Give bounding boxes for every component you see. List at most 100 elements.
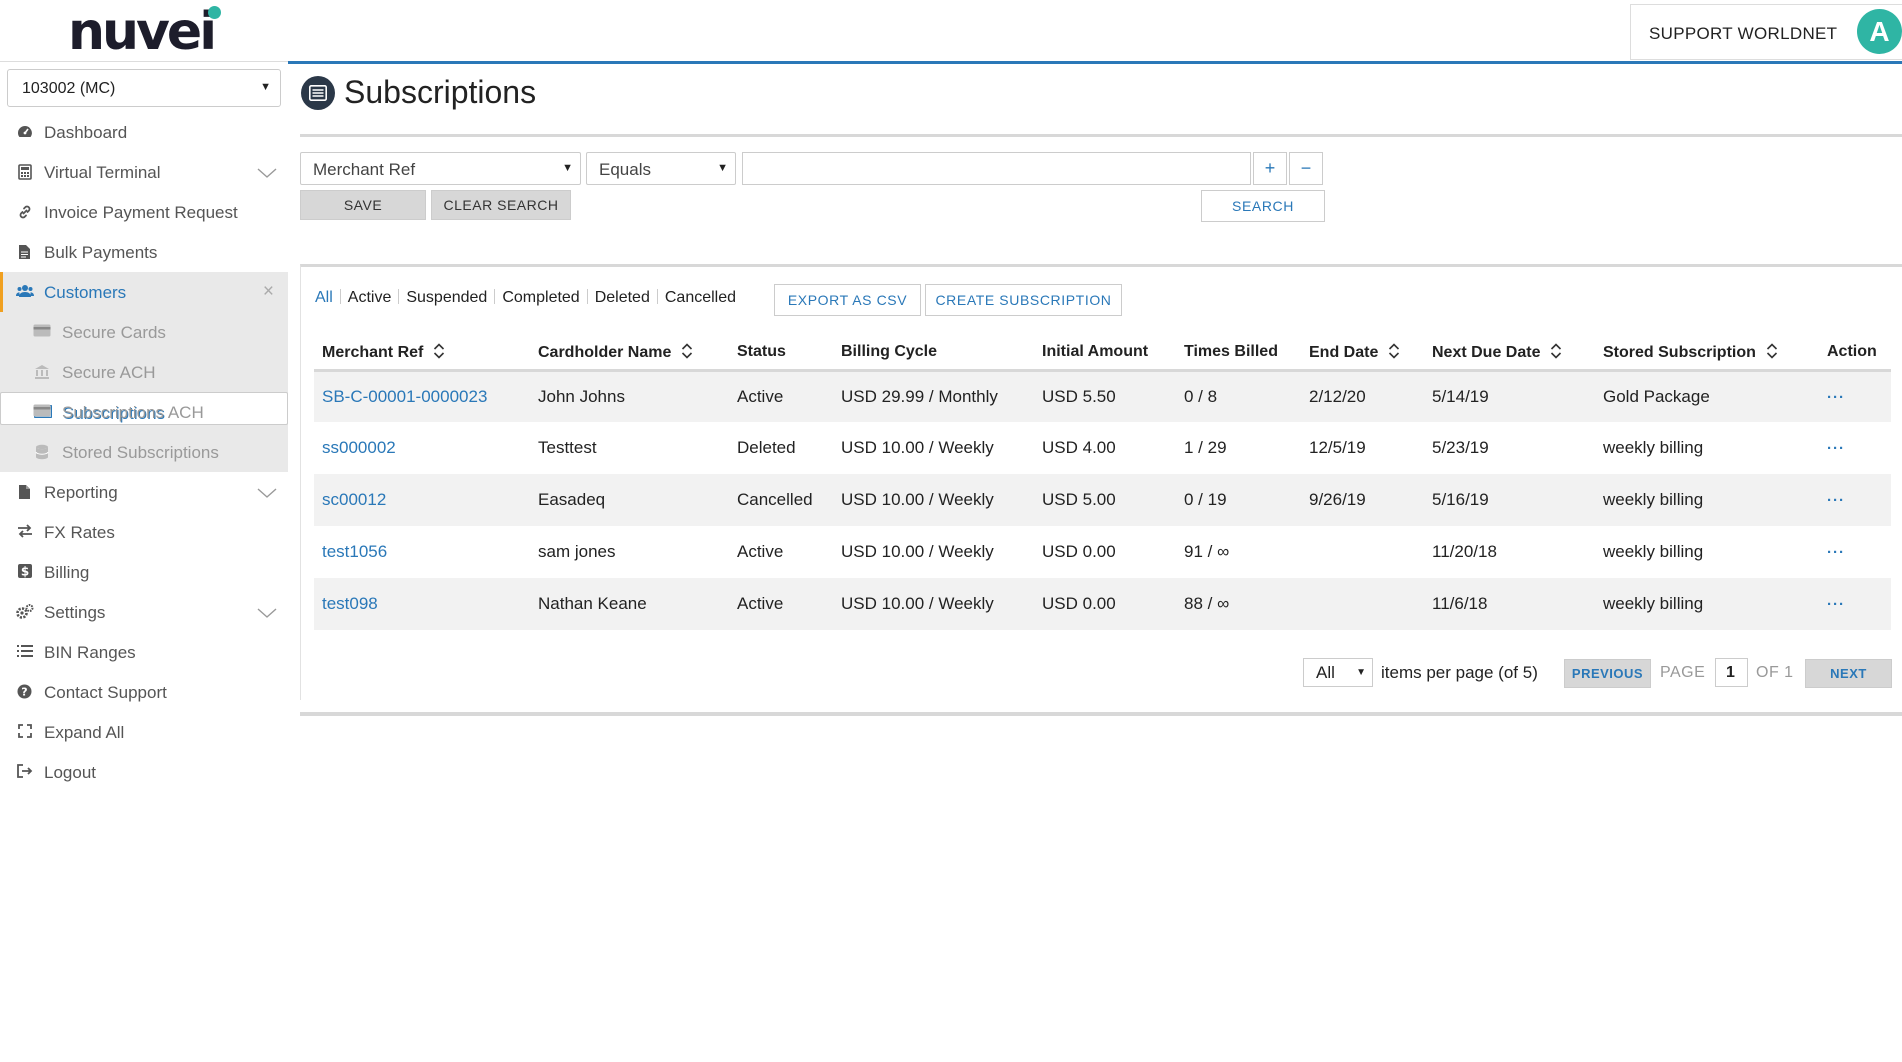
user-avatar[interactable]: A bbox=[1857, 9, 1902, 54]
subscriptions-table: Merchant Ref Cardholder Name Status Bill… bbox=[314, 335, 1891, 630]
results-panel: All Active Suspended Completed Deleted Cancel… bbox=[300, 264, 1902, 700]
create-subscription-button[interactable]: CREATE SUBSCRIPTION bbox=[925, 284, 1122, 316]
save-button[interactable]: SAVE bbox=[300, 190, 426, 220]
sidebar-subitem-stored-subscriptions[interactable]: Stored Subscriptions bbox=[0, 432, 288, 472]
sidebar-item-expand-all[interactable]: Expand All bbox=[0, 712, 288, 752]
merchant-ref-link[interactable]: SB-C-00001-0000023 bbox=[314, 370, 530, 422]
merchant-ref-link[interactable]: test1056 bbox=[314, 526, 530, 578]
exchange-icon bbox=[16, 524, 33, 541]
remove-filter-button[interactable]: − bbox=[1289, 152, 1323, 185]
end-date: 2/12/20 bbox=[1309, 386, 1366, 406]
more-options-icon[interactable]: ··· bbox=[1827, 440, 1845, 457]
tab-separator bbox=[339, 289, 341, 304]
more-options-icon[interactable]: ··· bbox=[1827, 544, 1845, 561]
close-icon[interactable]: × bbox=[263, 281, 274, 303]
tab-suspended[interactable]: Suspended bbox=[406, 289, 487, 307]
sidebar-item-logout[interactable]: Logout bbox=[0, 752, 288, 792]
sidebar-item-dashboard[interactable]: Dashboard bbox=[0, 112, 288, 152]
tab-deleted[interactable]: Deleted bbox=[595, 289, 650, 307]
end-date bbox=[1301, 526, 1424, 578]
account-select[interactable]: 103002 (MC) ▼ bbox=[7, 69, 281, 107]
sidebar-item-virtual-terminal[interactable]: Virtual Terminal bbox=[0, 152, 288, 192]
column-header-cardholder-name[interactable]: Cardholder Name bbox=[530, 335, 729, 372]
page-number-input[interactable]: 1 bbox=[1715, 658, 1748, 687]
sort-icon[interactable] bbox=[433, 342, 445, 360]
more-options-icon[interactable]: ··· bbox=[1827, 389, 1845, 406]
sidebar-item-customers[interactable]: Customers × bbox=[0, 272, 288, 312]
search-button[interactable]: SEARCH bbox=[1201, 190, 1325, 222]
sort-icon[interactable] bbox=[1550, 342, 1562, 360]
sidebar-item-billing[interactable]: $ Billing bbox=[0, 552, 288, 592]
table-row[interactable]: sc00012 Easadeq Cancelled USD 10.00 / We… bbox=[314, 474, 1891, 526]
column-header-stored-subscription[interactable]: Stored Subscription bbox=[1595, 335, 1819, 372]
sort-icon[interactable] bbox=[1766, 342, 1778, 360]
sidebar-item-invoice-payment-request[interactable]: Invoice Payment Request bbox=[0, 192, 288, 232]
caret-down-icon: ▼ bbox=[260, 81, 271, 93]
sidebar-subitem-subscriptions-ach[interactable]: Subscriptions ACH bbox=[0, 392, 288, 432]
export-csv-button[interactable]: EXPORT AS CSV bbox=[774, 284, 921, 316]
sidebar-item-fx-rates[interactable]: FX Rates bbox=[0, 512, 288, 552]
tab-all[interactable]: All bbox=[315, 289, 333, 307]
column-header-label: Status bbox=[737, 342, 786, 360]
more-options-icon[interactable]: ··· bbox=[1827, 492, 1845, 509]
initial-amount: USD 0.00 bbox=[1042, 594, 1116, 613]
logo-dot-icon bbox=[208, 6, 221, 19]
table-row[interactable]: test098 Nathan Keane Active USD 10.00 / … bbox=[314, 578, 1891, 630]
end-date: 9/26/19 bbox=[1309, 490, 1366, 509]
sidebar-item-settings[interactable]: Settings bbox=[0, 592, 288, 632]
merchant-ref-link[interactable]: sc00012 bbox=[314, 474, 530, 526]
cardholder-name: John Johns bbox=[538, 386, 625, 406]
sort-icon[interactable] bbox=[681, 342, 693, 360]
account-select-value: 103002 (MC) bbox=[22, 80, 116, 97]
column-header-next-due-date[interactable]: Next Due Date bbox=[1424, 335, 1595, 372]
sort-icon[interactable] bbox=[1388, 342, 1400, 360]
end-date bbox=[1301, 578, 1424, 630]
table-row[interactable]: test1056 sam jones Active USD 10.00 / We… bbox=[314, 526, 1891, 578]
chevron-down-icon[interactable] bbox=[256, 162, 278, 184]
sidebar-subitem-secure-cards[interactable]: Secure Cards bbox=[0, 312, 288, 352]
cardholder-name: Nathan Keane bbox=[538, 594, 647, 613]
nuvei-logo[interactable]: nuvei bbox=[68, 4, 221, 60]
table-row[interactable]: SB-C-00001-0000023 John Johns Active USD… bbox=[314, 370, 1891, 422]
tab-completed[interactable]: Completed bbox=[502, 289, 579, 307]
table-row[interactable]: ss000002 Testtest Deleted USD 10.00 / We… bbox=[314, 422, 1891, 474]
user-menu[interactable]: SUPPORT WORLDNET A bbox=[1630, 4, 1902, 60]
list-icon bbox=[16, 644, 33, 661]
chevron-down-icon[interactable] bbox=[256, 602, 278, 624]
page-title: Subscriptions bbox=[344, 74, 537, 110]
column-header-merchant-ref[interactable]: Merchant Ref bbox=[314, 335, 530, 372]
more-options-icon[interactable]: ··· bbox=[1827, 596, 1845, 613]
chevron-down-icon[interactable] bbox=[256, 482, 278, 504]
cardholder-name: Easadeq bbox=[538, 490, 606, 509]
previous-page-button[interactable]: PREVIOUS bbox=[1564, 659, 1651, 688]
times-billed: 88 / ∞ bbox=[1184, 594, 1230, 613]
column-header-end-date[interactable]: End Date bbox=[1301, 335, 1424, 372]
items-per-page-select[interactable]: All ▼ bbox=[1303, 658, 1373, 687]
column-header-initial-amount: Initial Amount bbox=[1034, 335, 1176, 372]
sidebar-subitem-secure-ach[interactable]: Secure ACH bbox=[0, 352, 288, 392]
sidebar-item-contact-support[interactable]: ? Contact Support bbox=[0, 672, 288, 712]
next-page-button[interactable]: NEXT bbox=[1805, 659, 1892, 688]
column-header-label: Next Due Date bbox=[1432, 343, 1541, 361]
sidebar-item-bin-ranges[interactable]: BIN Ranges bbox=[0, 632, 288, 672]
sidebar-item-reporting[interactable]: Reporting bbox=[0, 472, 288, 512]
filter-field-select[interactable]: Merchant Ref ▼ bbox=[300, 152, 581, 185]
svg-text:$: $ bbox=[20, 565, 28, 579]
sidebar-item-bulk-payments[interactable]: Bulk Payments bbox=[0, 232, 288, 272]
next-due-date: 11/6/18 bbox=[1432, 594, 1488, 613]
times-billed: 0 / 19 bbox=[1184, 490, 1227, 509]
filter-operator-select[interactable]: Equals ▼ bbox=[586, 152, 736, 185]
merchant-ref-link[interactable]: test098 bbox=[314, 578, 530, 630]
sidebar-subitem-label: Subscriptions ACH bbox=[62, 403, 204, 422]
filter-value-input[interactable] bbox=[742, 152, 1251, 185]
dollar-icon: $ bbox=[16, 564, 33, 581]
merchant-ref-link[interactable]: ss000002 bbox=[314, 422, 530, 474]
tab-cancelled[interactable]: Cancelled bbox=[665, 289, 736, 307]
add-filter-button[interactable]: + bbox=[1253, 152, 1287, 185]
tab-separator bbox=[656, 289, 658, 304]
column-header-times-billed: Times Billed bbox=[1176, 335, 1301, 372]
clear-search-button[interactable]: CLEAR SEARCH bbox=[431, 190, 571, 220]
tab-active[interactable]: Active bbox=[348, 289, 392, 307]
billing-cycle: USD 10.00 / Weekly bbox=[841, 594, 994, 613]
sidebar-subitem-label: Stored Subscriptions bbox=[62, 443, 219, 462]
